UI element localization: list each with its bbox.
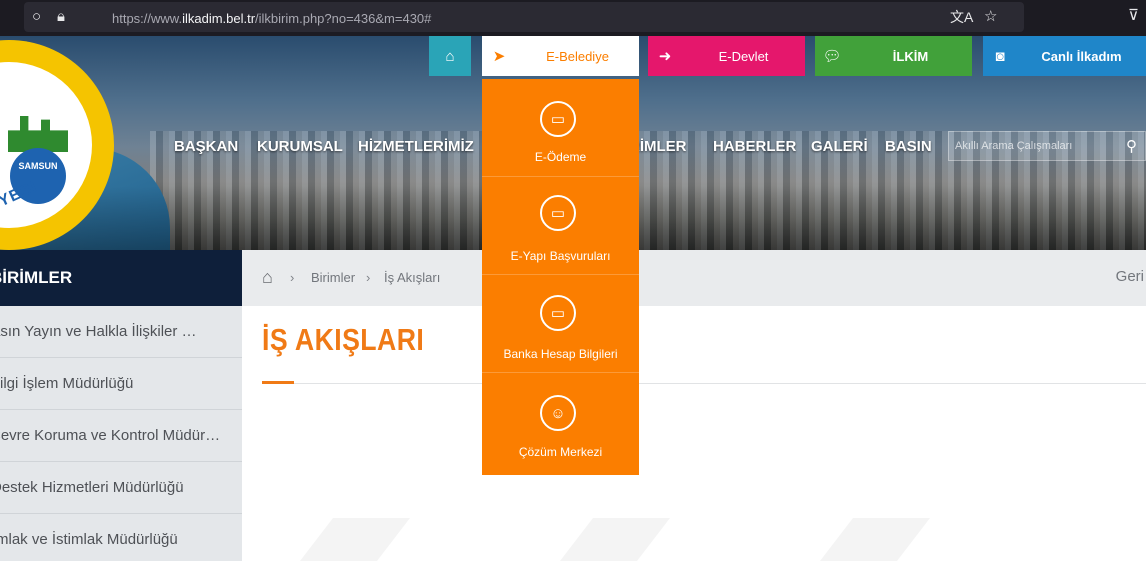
search-icon[interactable]: ⚲ (1126, 137, 1137, 155)
dropdown-item-label: E-Yapı Başvuruları (510, 249, 611, 263)
nav-item-baskan[interactable]: BAŞKAN (174, 138, 238, 155)
card-icon: ▭ (540, 101, 576, 137)
dropdown-item-label: Banka Hesap Bilgileri (503, 347, 618, 361)
sidebar-item-label: Destek Hizmetleri Müdürlüğü (0, 479, 184, 496)
e-belediye-dropdown: ▭ E-Ödeme ▭ E-Yapı Başvuruları ▭ Banka H… (482, 79, 639, 475)
quick-link-e-devlet[interactable]: ➜ E-Devlet (648, 36, 805, 76)
url-text[interactable]: https://www.ilkadim.bel.tr/ilkbirim.php?… (112, 11, 431, 26)
dropdown-item-e-odeme[interactable]: ▭ E-Ödeme (482, 79, 639, 177)
breadcrumb: ⌂ › Birimler › İş Akışları Geri (242, 250, 1146, 306)
search-input[interactable] (955, 136, 1115, 156)
watermark-shape (560, 518, 670, 561)
sidebar-item-destek-hizmetleri[interactable]: Destek Hizmetleri Müdürlüğü (0, 462, 242, 514)
quick-link-label: E-Devlet (718, 48, 769, 64)
quick-link-canli-ilkadim[interactable]: ◙ Canlı İlkadım (983, 36, 1146, 76)
sidebar-title: BİRİMLER (0, 250, 242, 306)
nav-item-basin[interactable]: BASIN (885, 138, 932, 155)
chat-icon: 💬︎ (822, 48, 842, 65)
dropdown-item-label: E-Ödeme (534, 150, 587, 164)
watermark-shape (820, 518, 930, 561)
nav-item-hizmetlerimiz[interactable]: HİZMETLERİMİZ (358, 138, 474, 155)
quick-link-label: E-Belediye (546, 48, 609, 64)
dropdown-item-label: Çözüm Merkezi (518, 445, 603, 459)
sidebar-item-emlak-istimlak[interactable]: Emlak ve İstimlak Müdürlüğü (0, 514, 242, 561)
dropdown-item-e-yapi[interactable]: ▭ E-Yapı Başvuruları (482, 177, 639, 275)
quick-link-label: Canlı İlkadım (1041, 48, 1122, 64)
nav-item-galeri[interactable]: GALERİ (811, 138, 868, 155)
sidebar-item-label: Çevre Koruma ve Kontrol Müdürlüğü (0, 427, 222, 444)
chevron-right-icon: › (290, 270, 295, 285)
back-link[interactable]: Geri (1116, 268, 1144, 285)
translate-icon[interactable]: 文A (950, 9, 973, 25)
sign-in-icon: ➜ (658, 48, 672, 65)
sidebar-list: Basın Yayın ve Halkla İlişkiler Müdürlüğ… (0, 306, 242, 561)
quick-link-label: İLKİM (892, 48, 929, 64)
breadcrumb-item-is-akislari: İş Akışları (384, 270, 441, 285)
card-icon: ▭ (540, 195, 576, 231)
watermark-shape (300, 518, 410, 561)
title-accent-bar (262, 381, 294, 384)
sidebar-item-label: Bilgi İşlem Müdürlüğü (0, 375, 134, 392)
url-field[interactable]: ○ 🔒︎ https://www.ilkadim.bel.tr/ilkbirim… (24, 2, 1024, 32)
breadcrumb-item-birimler[interactable]: Birimler (311, 270, 355, 285)
quick-link-home[interactable]: ⌂ (429, 36, 471, 76)
pointer-icon: ➤ (492, 48, 506, 65)
home-icon[interactable]: ⌂ (262, 267, 273, 288)
nav-item-haberler[interactable]: HABERLER (713, 138, 796, 155)
browser-toolbar: ○ 🔒︎ https://www.ilkadim.bel.tr/ilkbirim… (0, 0, 1146, 36)
sidebar-item-bilgi-islem[interactable]: Bilgi İşlem Müdürlüğü (0, 358, 242, 410)
camera-icon: ◙ (995, 47, 1005, 65)
dropdown-item-banka-hesap[interactable]: ▭ Banka Hesap Bilgileri (482, 275, 639, 373)
sidebar-title-text: BİRİMLER (0, 268, 73, 287)
chevron-right-icon: › (366, 270, 371, 285)
sidebar-item-cevre-koruma[interactable]: Çevre Koruma ve Kontrol Müdürlüğü (0, 410, 242, 462)
pocket-icon[interactable]: ⊽ (1128, 8, 1139, 24)
logo-samsun-text: SAMSUN (18, 161, 58, 171)
quick-link-ilkim[interactable]: 💬︎ İLKİM (815, 36, 972, 76)
sidebar-item-basin-yayin[interactable]: Basın Yayın ve Halkla İlişkiler Müdürlüğ… (0, 306, 242, 358)
home-icon: ⌂ (445, 47, 455, 65)
search-box: ⚲ (948, 131, 1146, 161)
card-icon: ▭ (540, 295, 576, 331)
sidebar-item-label: Emlak ve İstimlak Müdürlüğü (0, 531, 178, 548)
shield-icon[interactable]: ○ (32, 9, 41, 25)
title-divider (262, 383, 1146, 384)
support-icon: ☺ (540, 395, 576, 431)
lock-icon[interactable]: 🔒︎ (57, 9, 65, 25)
bookmark-star-icon[interactable]: ☆ (984, 9, 997, 25)
nav-item-kurumsal[interactable]: KURUMSAL (257, 138, 343, 155)
quick-link-e-belediye[interactable]: ➤ E-Belediye (482, 36, 639, 76)
sidebar-item-label: Basın Yayın ve Halkla İlişkiler Müdürlüğ… (0, 323, 204, 340)
page-title: İŞ AKIŞLARI (262, 322, 425, 357)
dropdown-item-cozum-merkezi[interactable]: ☺ Çözüm Merkezi (482, 375, 639, 473)
